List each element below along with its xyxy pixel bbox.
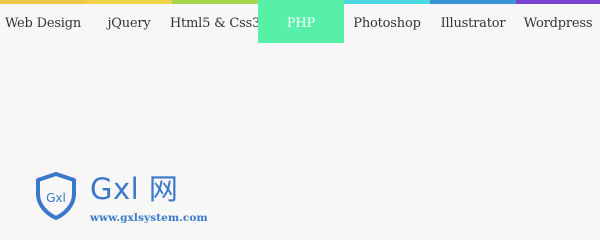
nav-item-jquery[interactable]: jQuery xyxy=(86,0,172,43)
nav-item-label: jQuery xyxy=(107,16,151,31)
nav-item-illustrator[interactable]: Illustrator xyxy=(430,0,516,43)
nav-item-label: PHP xyxy=(286,16,316,31)
nav-item-photoshop[interactable]: Photoshop xyxy=(344,0,430,43)
shield-icon: Gxl xyxy=(36,172,76,220)
nav-item-label: Web Design xyxy=(4,16,82,31)
main-navigation: Web Design jQuery Html5 & Css3 PHP Photo… xyxy=(0,0,600,43)
nav-item-label: Wordpress xyxy=(523,16,593,31)
logo-badge-text: Gxl xyxy=(46,191,66,205)
nav-item-wordpress[interactable]: Wordpress xyxy=(516,0,600,43)
nav-item-label: Illustrator xyxy=(440,16,506,31)
nav-item-web-design[interactable]: Web Design xyxy=(0,0,86,43)
nav-item-html5-css3[interactable]: Html5 & Css3 xyxy=(169,0,261,43)
nav-item-label: Photoshop xyxy=(353,16,421,31)
nav-item-label: Html5 & Css3 xyxy=(169,16,261,31)
logo-title: Gxl 网 xyxy=(90,172,179,206)
logo-url: www.gxlsystem.com xyxy=(90,212,208,224)
site-logo[interactable]: Gxl Gxl 网 www.gxlsystem.com xyxy=(34,172,224,228)
nav-item-php[interactable]: PHP xyxy=(258,0,344,43)
